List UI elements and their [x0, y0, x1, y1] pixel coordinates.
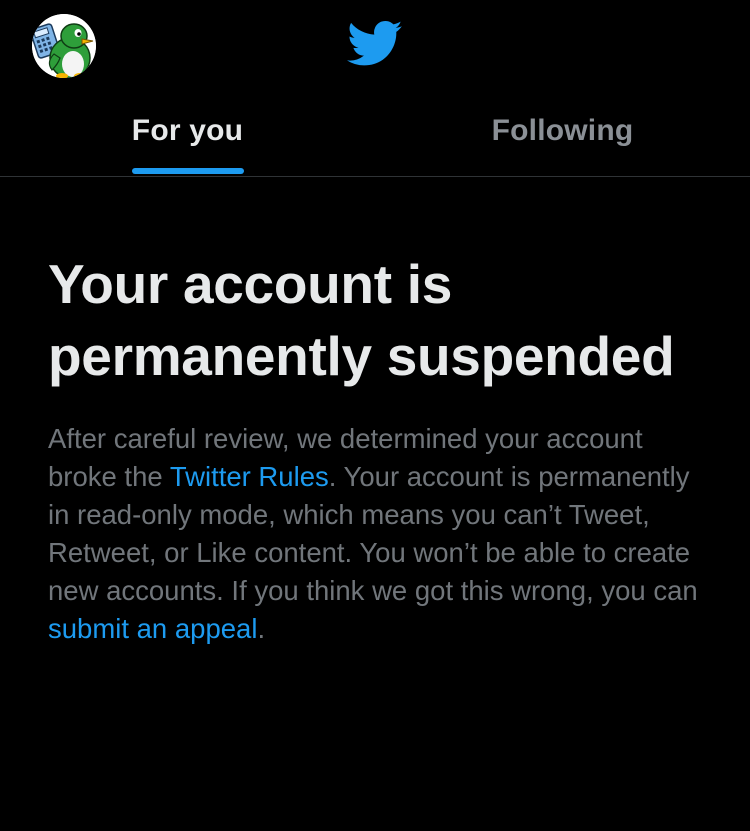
tab-for-you[interactable]: For you [0, 90, 375, 176]
notice-headline: Your account is permanently suspended [48, 253, 675, 387]
app-root: For you Following Your account is perman… [0, 0, 750, 831]
twitter-logo[interactable] [347, 20, 403, 68]
submit-appeal-link[interactable]: submit an appeal [48, 613, 257, 644]
tab-for-you-label: For you [131, 114, 244, 147]
timeline-tabs: For you Following [0, 90, 750, 177]
profile-avatar[interactable] [32, 14, 96, 78]
top-bar [0, 0, 750, 90]
notice-body: After careful review, we determined your… [48, 420, 718, 648]
tab-following[interactable]: Following [375, 90, 750, 176]
twitter-rules-link[interactable]: Twitter Rules [170, 461, 329, 492]
active-tab-indicator [131, 168, 244, 174]
penguin-avatar-icon [32, 14, 96, 78]
tab-following-label: Following [491, 114, 634, 147]
notice-body-text-3: . [257, 613, 266, 644]
suspension-notice: Your account is permanently suspended Af… [48, 248, 718, 648]
twitter-bird-icon [347, 20, 403, 66]
